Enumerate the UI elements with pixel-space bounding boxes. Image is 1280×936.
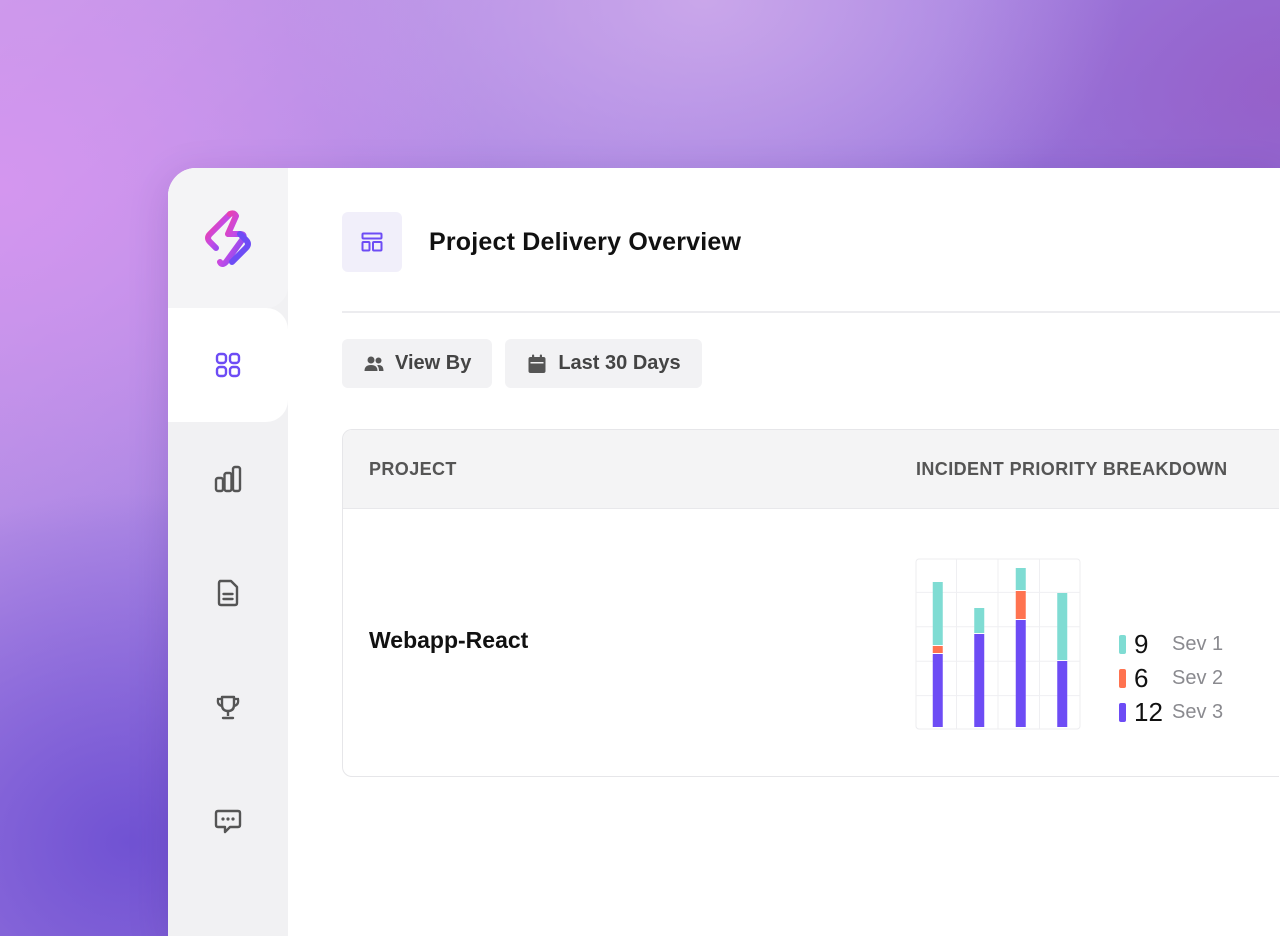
- bar-sev2-1[interactable]: [932, 646, 943, 653]
- bar-sev3-4[interactable]: [1057, 661, 1068, 727]
- calendar-icon: [528, 354, 546, 373]
- chat-icon: [214, 809, 242, 834]
- chart-legend: 9 Sev 1 6 Sev 2 12 Sev 3: [1119, 627, 1223, 729]
- date-range-label: Last 30 Days: [558, 352, 681, 374]
- sidebar: [168, 168, 308, 936]
- sidebar-item-achievements[interactable]: [168, 650, 288, 764]
- bar-sev1-2[interactable]: [974, 608, 985, 633]
- legend-label-sev3: Sev 3: [1172, 700, 1224, 723]
- bar-sev2-3[interactable]: [1015, 591, 1026, 619]
- date-range-button[interactable]: Last 30 Days: [505, 339, 702, 388]
- legend-label-sev1: Sev 1: [1172, 632, 1224, 655]
- users-icon: [364, 356, 384, 371]
- legend-label-sev2: Sev 2: [1172, 666, 1224, 689]
- bar-sev1-4[interactable]: [1057, 593, 1068, 660]
- view-by-label: View By: [395, 352, 472, 374]
- legend-item-sev3: 12 Sev 3: [1119, 695, 1223, 729]
- legend-swatch-sev1: [1119, 634, 1126, 654]
- sidebar-item-messages[interactable]: [168, 764, 288, 878]
- bar-sev3-2[interactable]: [974, 634, 985, 727]
- bar-sev3-1[interactable]: [932, 654, 943, 727]
- bar-chart-icon: [214, 465, 242, 493]
- app-window: Project Delivery Overview View By Last 3…: [168, 168, 1280, 936]
- legend-swatch-sev3: [1119, 702, 1126, 722]
- filter-bar: View By Last 30 Days: [342, 339, 702, 388]
- grid-icon: [215, 352, 241, 378]
- legend-value-sev2: 6: [1134, 662, 1149, 693]
- header-divider: [342, 311, 1280, 313]
- legend-swatch-sev2: [1119, 668, 1126, 688]
- document-icon: [217, 579, 239, 607]
- bar-sev1-3[interactable]: [1015, 568, 1026, 590]
- column-header-incident-breakdown[interactable]: INCIDENT PRIORITY BREAKDOWN: [916, 430, 1227, 508]
- incident-chart: [915, 558, 1081, 730]
- layout-icon: [342, 212, 402, 272]
- legend-value-sev3: 12: [1134, 696, 1163, 727]
- projects-table: PROJECT INCIDENT PRIORITY BREAKDOWN Weba…: [342, 429, 1279, 777]
- sidebar-item-analytics[interactable]: [168, 422, 288, 536]
- bar-sev3-3[interactable]: [1015, 620, 1026, 727]
- sidebar-item-documents[interactable]: [168, 536, 288, 650]
- logo-icon: [205, 210, 251, 267]
- logo[interactable]: [168, 168, 288, 308]
- bar-sev1-1[interactable]: [932, 582, 943, 645]
- table-header: PROJECT INCIDENT PRIORITY BREAKDOWN: [343, 430, 1279, 509]
- page-title: Project Delivery Overview: [429, 227, 742, 256]
- main-content: Project Delivery Overview View By Last 3…: [288, 168, 1280, 936]
- view-by-button[interactable]: View By: [342, 339, 493, 388]
- legend-item-sev2: 6 Sev 2: [1119, 661, 1223, 695]
- trophy-icon: [216, 695, 240, 720]
- page-header: Project Delivery Overview: [342, 212, 741, 272]
- legend-item-sev1: 9 Sev 1: [1119, 627, 1223, 661]
- project-name[interactable]: Webapp-React: [369, 627, 528, 654]
- column-header-project[interactable]: PROJECT: [369, 430, 457, 508]
- sidebar-item-dashboard[interactable]: [168, 308, 288, 422]
- legend-value-sev1: 9: [1134, 628, 1149, 659]
- table-row[interactable]: Webapp-React 9 Sev 1 6 Sev 2 12 Sev 3: [343, 509, 1279, 775]
